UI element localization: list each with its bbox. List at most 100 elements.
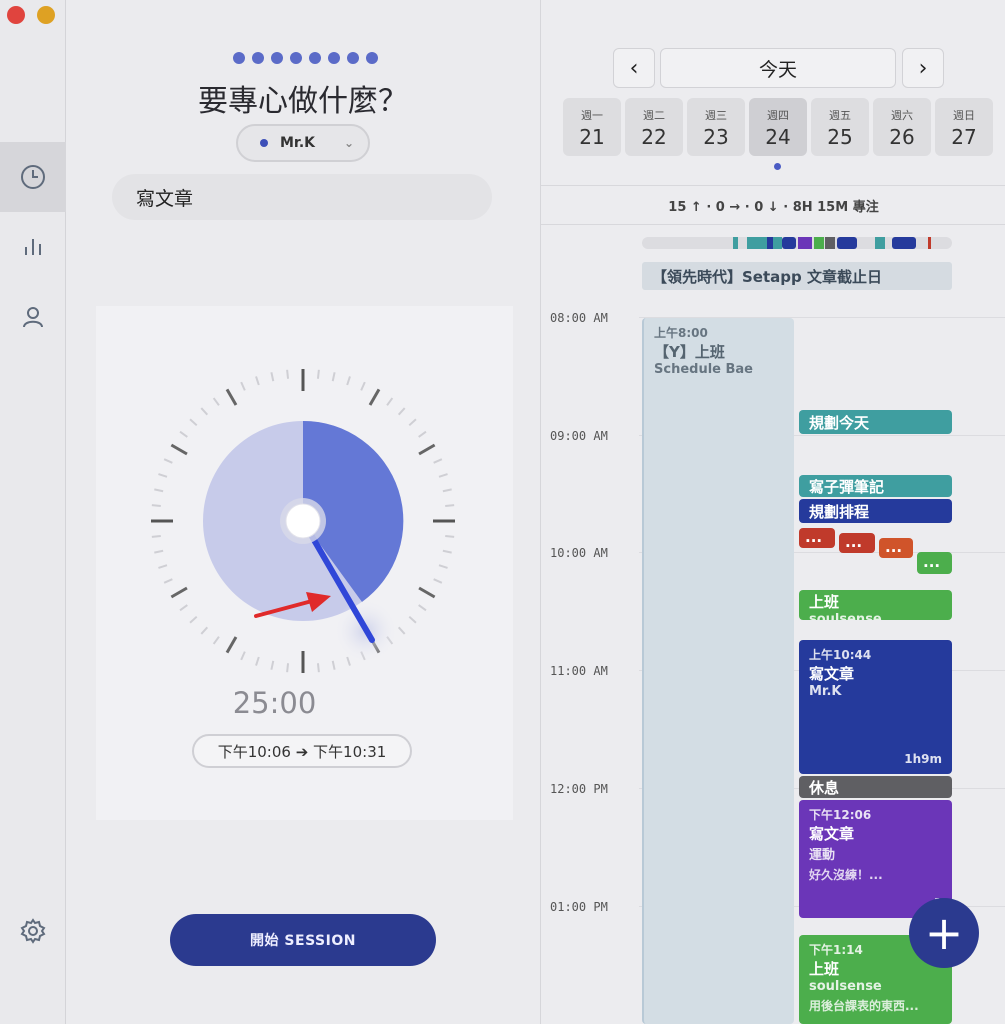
dial-tick — [397, 626, 406, 635]
event-work-soulsense[interactable]: 上班 soulsense — [799, 590, 952, 620]
dial-tick — [154, 488, 164, 493]
sidebar-item-profile[interactable] — [0, 282, 66, 352]
event-collapsed[interactable]: ... — [839, 533, 875, 553]
day-sat[interactable]: 週六 26 — [873, 98, 931, 156]
dial-tick — [438, 473, 448, 478]
prev-week-button[interactable]: ‹ — [613, 48, 655, 88]
dial-tick — [408, 615, 417, 624]
all-day-event[interactable]: 【領先時代】Setapp 文章截止日 — [642, 262, 952, 290]
session-progress-dots — [233, 52, 378, 64]
focus-panel: 要專心做什麼？ Mr.K ⌄ 25:00 下 — [66, 0, 540, 1024]
day-tue[interactable]: 週二 22 — [625, 98, 683, 156]
dial-tick — [433, 458, 443, 464]
dial-tick — [255, 376, 260, 386]
dial-tick — [240, 651, 246, 661]
close-window-button[interactable] — [7, 6, 25, 24]
dial-tick — [189, 615, 198, 624]
dial-tick — [255, 656, 260, 666]
dial-tick — [331, 372, 336, 382]
dial-tick — [346, 376, 351, 386]
dial-tick — [151, 504, 161, 508]
sidebar-item-stats[interactable] — [0, 212, 66, 282]
event-work-schedule[interactable]: 上午8:00 【Y】上班 Schedule Bae — [642, 318, 794, 1024]
chevron-down-icon: ⌄ — [343, 136, 354, 150]
dial-tick — [212, 636, 220, 645]
dial-tick — [331, 660, 336, 670]
dial-tick — [240, 381, 246, 391]
dial-tick — [151, 534, 161, 538]
dial-tick — [170, 586, 188, 599]
hour-label: 01:00 PM — [550, 900, 608, 914]
dial-tick — [316, 369, 320, 379]
event-bullet-journal[interactable]: 寫子彈筆記 — [799, 475, 952, 497]
dial-tick — [179, 604, 188, 612]
hour-label: 10:00 AM — [550, 546, 608, 560]
dial-tick — [418, 430, 427, 438]
calendar-panel: ‹ 今天 › 週一 21 週二 22 週三 23 週四 24 週五 25 週六 26 週日 2… — [540, 0, 1005, 1024]
dial-tick — [433, 578, 443, 584]
dial-tick — [200, 626, 209, 635]
start-session-button[interactable]: 開始 SESSION — [170, 914, 436, 966]
dial-tick — [170, 443, 188, 456]
event-collapsed[interactable]: ... — [879, 538, 913, 558]
event-plan-schedule[interactable]: 規劃排程 — [799, 499, 952, 523]
dial-tick — [154, 549, 164, 554]
event-write-article[interactable]: 上午10:44 寫文章 Mr.K 1h9m — [799, 640, 952, 774]
plus-icon: + — [924, 906, 964, 960]
minimize-window-button[interactable] — [37, 6, 55, 24]
dial-tick — [445, 534, 455, 538]
focus-stats: 15 ↑ · 0 → · 0 ↓ · 8H 15M 專注 — [668, 200, 879, 215]
page-title: 要專心做什麼？ — [198, 84, 408, 119]
dial-tick — [438, 564, 448, 569]
dial-tick — [163, 458, 173, 464]
dial-tick — [386, 397, 394, 406]
dial-tick — [418, 604, 427, 612]
dial-tick — [408, 418, 417, 427]
event-collapsed[interactable]: ... — [917, 552, 952, 574]
dial-tick — [442, 549, 452, 554]
project-name: Mr.K — [280, 135, 316, 151]
dial-tick — [225, 388, 238, 406]
event-plan-today[interactable]: 規劃今天 — [799, 410, 952, 434]
dial-tick — [286, 663, 290, 673]
dial-tick — [212, 397, 220, 406]
next-week-button[interactable]: › — [902, 48, 944, 88]
gear-icon — [20, 918, 46, 944]
dial-tick — [442, 488, 452, 493]
session-time-range: 下午10:06 ➔ 下午10:31 — [192, 734, 412, 768]
selected-day-indicator — [774, 163, 781, 170]
day-fri[interactable]: 週五 25 — [811, 98, 869, 156]
hour-label: 11:00 AM — [550, 664, 608, 678]
chevron-right-icon: › — [918, 55, 928, 81]
dial-tick — [316, 663, 320, 673]
clock-icon — [21, 165, 45, 189]
event-rest[interactable]: 休息 — [799, 776, 952, 798]
day-sun[interactable]: 週日 27 — [935, 98, 993, 156]
project-selector[interactable]: Mr.K ⌄ — [236, 124, 370, 162]
project-color-dot — [260, 139, 268, 147]
dial-tick — [189, 418, 198, 427]
settings-button[interactable] — [0, 896, 66, 966]
today-button[interactable]: 今天 — [660, 48, 896, 88]
dial-tick — [200, 407, 209, 416]
hour-label: 09:00 AM — [550, 429, 608, 443]
day-thu[interactable]: 週四 24 — [749, 98, 807, 156]
day-wed[interactable]: 週三 23 — [687, 98, 745, 156]
dial-center-knob[interactable] — [285, 503, 321, 539]
dial-tick — [270, 660, 275, 670]
day-timeline-bar — [642, 237, 952, 249]
task-input[interactable] — [112, 174, 492, 220]
event-collapsed[interactable]: ... — [799, 528, 835, 548]
sidebar-item-timer[interactable] — [0, 142, 66, 212]
day-mon[interactable]: 週一 21 — [563, 98, 621, 156]
hour-label: 08:00 AM — [550, 311, 608, 325]
dial-tick — [163, 578, 173, 584]
person-icon — [23, 307, 43, 328]
dial-tick — [368, 388, 381, 406]
dial-tick — [158, 473, 168, 478]
add-event-button[interactable]: + — [909, 898, 979, 968]
dial-tick — [445, 504, 455, 508]
chevron-left-icon: ‹ — [629, 55, 639, 81]
dial-tick — [397, 407, 406, 416]
dial-tick — [418, 586, 436, 599]
